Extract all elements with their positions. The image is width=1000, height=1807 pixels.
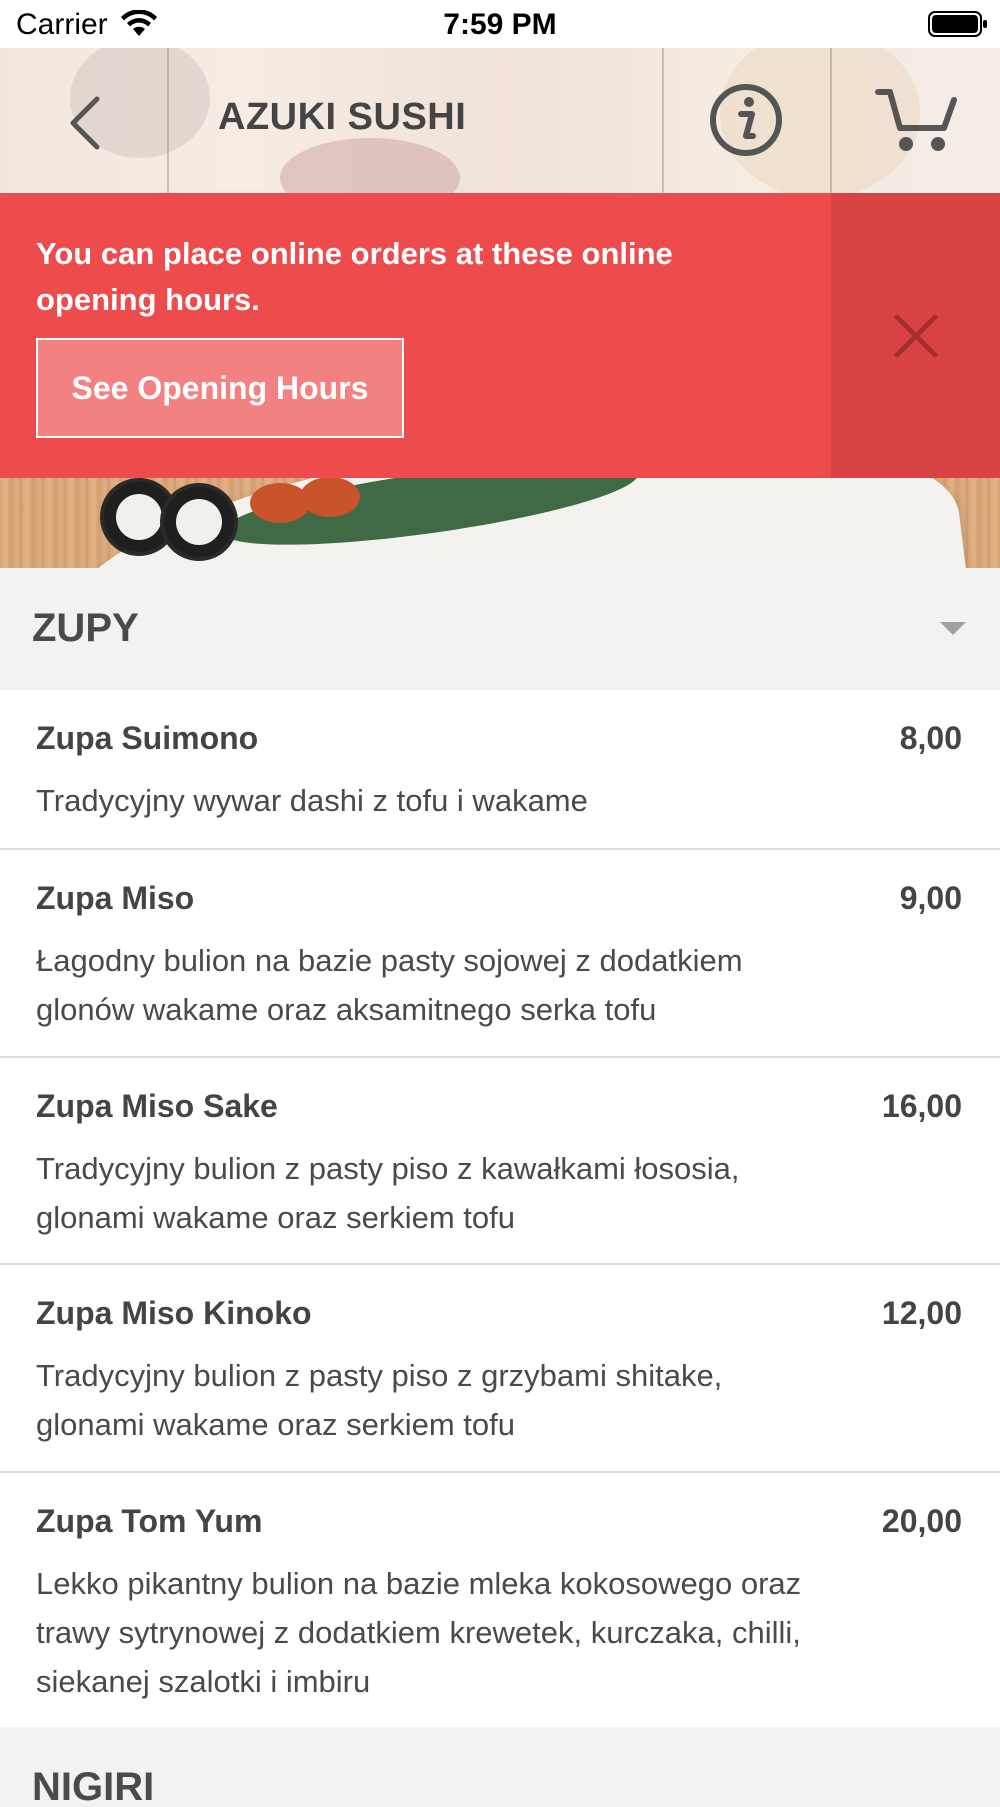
item-price: 16,00 <box>881 1088 962 1124</box>
item-price: 20,00 <box>881 1503 962 1539</box>
item-description: Tradycyjny bulion z pasty piso z kawałka… <box>36 1151 740 1235</box>
header-divider <box>830 48 832 193</box>
caret-down-icon <box>940 622 966 635</box>
item-price: 12,00 <box>881 1295 962 1331</box>
topping-image <box>300 477 360 517</box>
close-icon <box>894 314 937 357</box>
category-header-zupy[interactable]: ZUPY <box>0 568 1000 690</box>
category-header-nigiri[interactable]: NIGIRI <box>0 1727 1000 1807</box>
category-title: NIGIRI <box>32 1765 155 1807</box>
menu-item[interactable]: Zupa Miso Sake 16,00 Tradycyjny bulion z… <box>0 1058 1000 1265</box>
back-button[interactable] <box>50 88 120 158</box>
item-name: Zupa Tom Yum <box>36 1503 263 1539</box>
item-description: Tradycyjny wywar dashi z tofu i wakame <box>36 783 588 818</box>
info-circle-icon <box>710 84 782 156</box>
battery-icon <box>928 11 987 37</box>
item-name: Zupa Miso Sake <box>36 1088 278 1124</box>
status-bar: Carrier 7:59 PM <box>0 0 1000 48</box>
header-divider <box>662 48 664 193</box>
opening-hours-notice: You can place online orders at these onl… <box>0 193 1000 478</box>
item-description: Tradycyjny bulion z pasty piso z grzybam… <box>36 1358 723 1442</box>
item-name: Zupa Miso Kinoko <box>36 1295 312 1331</box>
notice-message: You can place online orders at these onl… <box>36 236 673 317</box>
notice-close-button[interactable] <box>831 193 1000 478</box>
status-time: 7:59 PM <box>443 8 557 41</box>
menu-item[interactable]: Zupa Suimono 8,00 Tradycyjny wywar dashi… <box>0 690 1000 850</box>
chevron-left-icon <box>70 96 100 150</box>
item-description: Łagodny bulion na bazie pasty sojowej z … <box>36 943 743 1027</box>
item-name: Zupa Miso <box>36 880 195 916</box>
item-price: 9,00 <box>899 880 962 916</box>
see-opening-hours-button[interactable]: See Opening Hours <box>36 338 404 438</box>
menu-item[interactable]: Zupa Miso Kinoko 12,00 Tradycyjny bulion… <box>0 1265 1000 1473</box>
menu-item[interactable]: Zupa Miso 9,00 Łagodny bulion na bazie p… <box>0 850 1000 1058</box>
category-title: ZUPY <box>32 606 139 650</box>
header-background-decoration <box>280 138 460 193</box>
app-header: AZUKI SUSHI <box>0 48 1000 193</box>
menu-item[interactable]: Zupa Tom Yum 20,00 Lekko pikantny bulion… <box>0 1473 1000 1727</box>
restaurant-title: AZUKI SUSHI <box>218 96 467 138</box>
header-divider <box>167 48 169 193</box>
sushi-roll-image <box>160 483 238 561</box>
item-name: Zupa Suimono <box>36 720 259 756</box>
cart-icon <box>875 89 957 151</box>
info-button[interactable] <box>708 82 784 158</box>
item-description: Lekko pikantny bulion na bazie mleka kok… <box>36 1566 802 1699</box>
item-price: 8,00 <box>899 720 962 756</box>
cart-button[interactable] <box>874 84 958 158</box>
